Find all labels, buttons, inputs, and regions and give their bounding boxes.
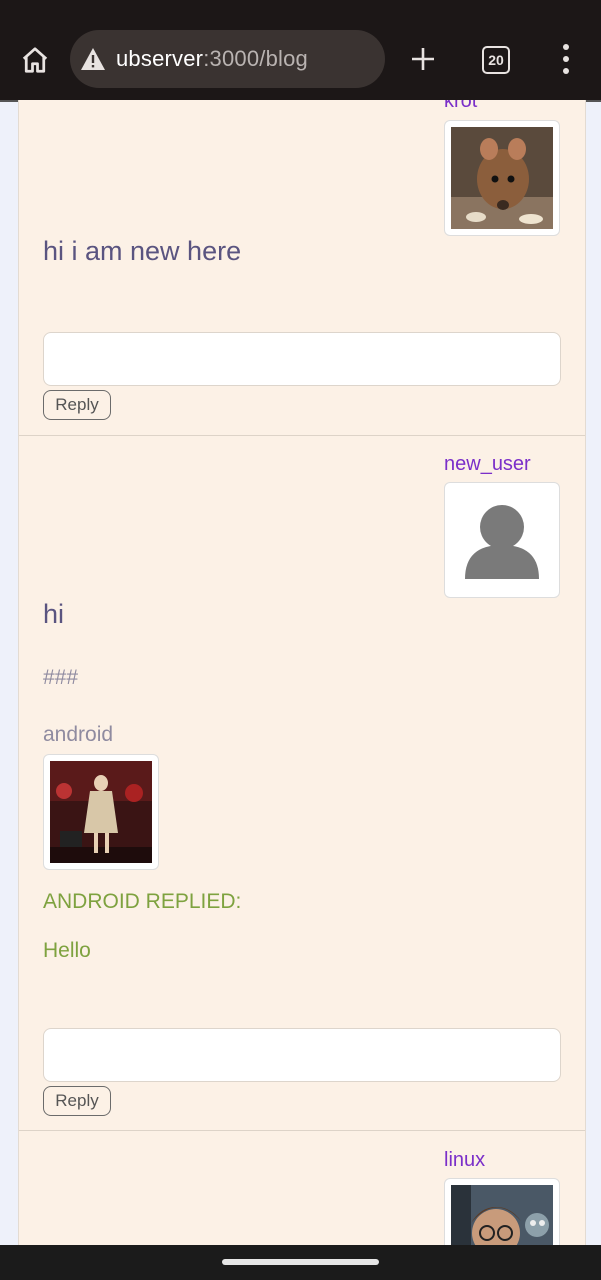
post-body-line: ### (43, 666, 79, 689)
post-image[interactable] (43, 754, 159, 870)
reply-author-heading: ANDROID REPLIED: (43, 890, 242, 913)
post-body-line: android (43, 723, 114, 746)
new-tab-icon[interactable] (404, 40, 442, 78)
concert-photo-image (50, 761, 152, 863)
post-title: hi i am new here (43, 236, 242, 266)
avatar[interactable] (444, 120, 560, 236)
post: linux (19, 1130, 585, 1245)
post-author-link[interactable]: krot (444, 100, 477, 113)
system-navigation-bar (0, 1245, 601, 1280)
reply-input[interactable] (43, 1028, 561, 1082)
browser-toolbar: ubserver:3000/blog 20 (0, 0, 601, 100)
gesture-handle[interactable] (222, 1259, 379, 1265)
reply-input[interactable] (43, 332, 561, 386)
more-menu-icon[interactable] (556, 44, 576, 74)
cartoon-avatar-image (451, 1185, 553, 1245)
reply-button[interactable]: Reply (43, 390, 111, 420)
reply-button[interactable]: Reply (43, 1086, 111, 1116)
mouse-avatar-image (451, 127, 553, 229)
url-text: ubserver:3000/blog (116, 46, 308, 72)
home-icon[interactable] (14, 40, 56, 80)
web-viewport: krot hi i am new here Reply new_user hi … (0, 100, 601, 1245)
address-bar[interactable]: ubserver:3000/blog (70, 30, 385, 88)
post-author-link[interactable]: new_user (444, 453, 531, 476)
url-host: ubserver (116, 46, 204, 71)
avatar[interactable] (444, 1178, 560, 1245)
default-user-icon (451, 489, 553, 591)
blog-feed: krot hi i am new here Reply new_user hi … (18, 100, 586, 1245)
post: krot hi i am new here Reply (19, 100, 585, 436)
url-path: :3000/blog (203, 46, 308, 71)
post-title: hi (43, 599, 65, 629)
reply-text: Hello (43, 939, 91, 962)
warning-icon[interactable] (80, 46, 106, 72)
tab-switcher-button[interactable]: 20 (482, 46, 510, 74)
post: new_user hi ### android ANDROID REPLIED:… (19, 435, 585, 1131)
avatar[interactable] (444, 482, 560, 598)
post-author-link[interactable]: linux (444, 1149, 485, 1172)
